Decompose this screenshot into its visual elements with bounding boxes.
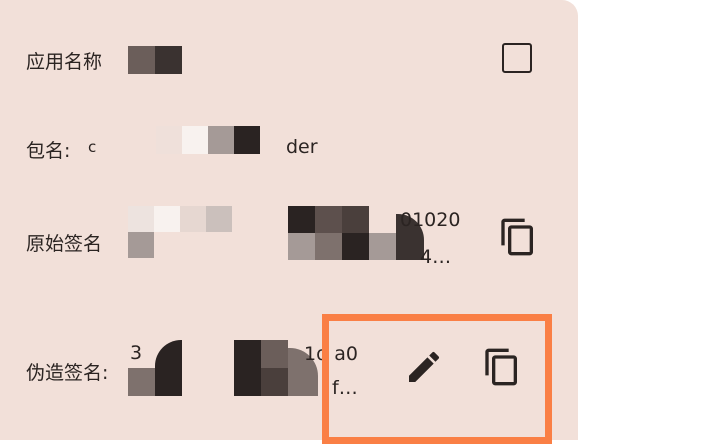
package-value-prefix: c: [88, 138, 97, 156]
highlight-box: [322, 314, 552, 444]
fake-signature-redacted-left: [128, 340, 182, 396]
fake-signature-label: 伪造签名:: [26, 362, 109, 384]
package-label: 包名:: [26, 140, 71, 162]
select-checkbox[interactable]: [502, 43, 532, 73]
package-value-suffix: der: [286, 136, 318, 158]
original-signature-redacted-left: [128, 206, 236, 260]
package-name-redacted: [156, 126, 266, 154]
copy-icon: [501, 218, 533, 256]
original-signature-line1: 01020: [400, 209, 461, 231]
copy-original-signature-button[interactable]: [498, 217, 538, 257]
app-name-redacted: [128, 46, 182, 74]
original-signature-line2: 4…: [420, 246, 452, 268]
app-name-label: 应用名称: [26, 51, 103, 73]
original-signature-label: 原始签名: [26, 233, 103, 255]
